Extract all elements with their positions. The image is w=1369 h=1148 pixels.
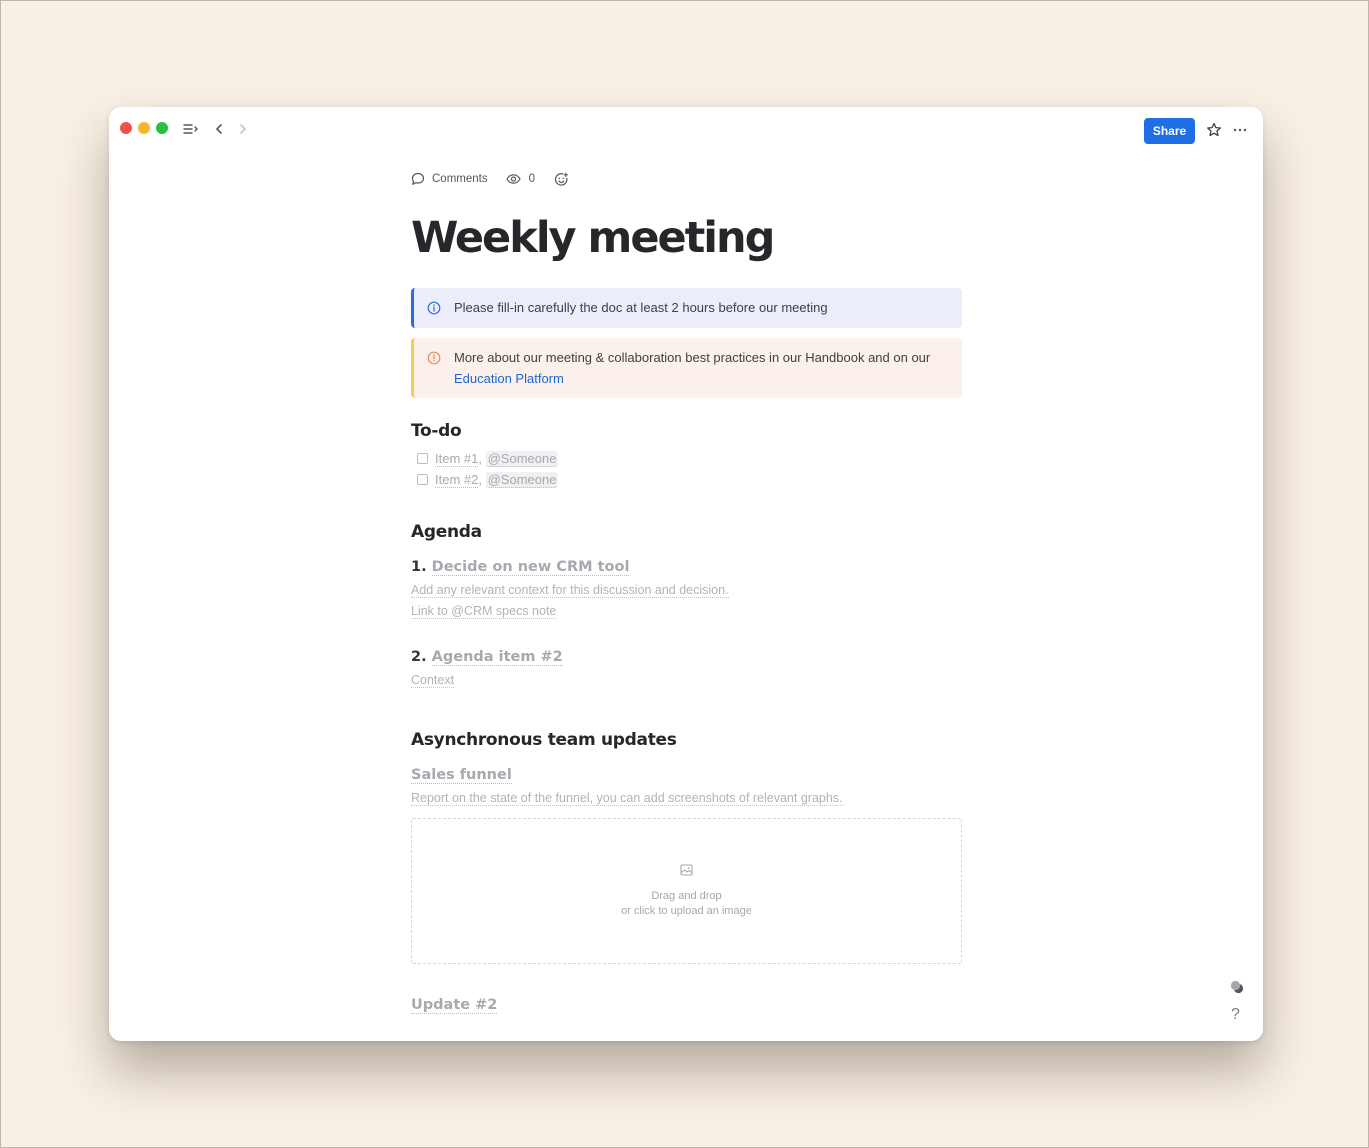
todo-item-label[interactable]: Item #1: [435, 451, 479, 467]
todo-item: Item #1, @Someone: [411, 448, 962, 469]
todo-list: Item #1, @Someone Item #2, @Someone: [411, 448, 962, 490]
help-button[interactable]: ?: [1231, 1006, 1240, 1024]
todo-heading[interactable]: To-do: [411, 420, 962, 442]
maximize-window-button[interactable]: [156, 122, 168, 134]
update-title[interactable]: Update #2: [411, 997, 498, 1014]
more-options-icon[interactable]: [1231, 121, 1249, 139]
agenda-item-title[interactable]: Decide on new CRM tool: [431, 559, 630, 576]
share-button[interactable]: Share: [1144, 118, 1195, 144]
close-window-button[interactable]: [120, 122, 132, 134]
update-description[interactable]: Report on the state of the funnel, you c…: [411, 791, 843, 806]
agenda-item: 2. Agenda item #2 Context: [411, 644, 962, 691]
info-callout[interactable]: Please fill-in carefully the doc at leas…: [411, 288, 962, 328]
presence-avatars-icon[interactable]: [1229, 979, 1245, 1000]
document-meta-bar: Comments 0: [411, 169, 962, 189]
star-icon[interactable]: [1205, 121, 1223, 139]
mention-chip[interactable]: @Someone: [485, 471, 559, 488]
agenda-heading[interactable]: Agenda: [411, 520, 962, 544]
comment-icon: [411, 172, 425, 186]
update-title[interactable]: Sales funnel: [411, 767, 512, 784]
app-window: Share Comments 0 Weekly meeting Please f…: [109, 107, 1263, 1041]
views-count: 0: [528, 173, 536, 185]
updates-heading[interactable]: Asynchronous team updates: [411, 727, 962, 753]
image-icon: [680, 863, 693, 881]
agenda-item-context[interactable]: Add any relevant context for this discus…: [411, 583, 729, 598]
update-item: Sales funnel Report on the state of the …: [411, 762, 962, 964]
document-body: Comments 0 Weekly meeting Please fill-in…: [411, 169, 962, 1018]
page-title[interactable]: Weekly meeting: [411, 213, 962, 263]
upload-hint-line2: or click to upload an image: [621, 904, 752, 917]
eye-icon: [505, 172, 521, 186]
todo-checkbox[interactable]: [417, 474, 428, 485]
update-item: Update #2: [411, 992, 962, 1018]
warning-callout[interactable]: More about our meeting & collaboration b…: [411, 338, 962, 398]
todo-item-label[interactable]: Item #2: [435, 472, 479, 488]
minimize-window-button[interactable]: [138, 122, 150, 134]
sidebar-toggle-icon[interactable]: [182, 120, 200, 138]
comments-button[interactable]: Comments: [411, 172, 488, 186]
agenda-item-title[interactable]: Agenda item #2: [431, 649, 563, 666]
upload-hint-line1: Drag and drop: [651, 889, 722, 902]
agenda-item: 1. Decide on new CRM tool Add any releva…: [411, 554, 962, 622]
image-upload-dropzone[interactable]: Drag and drop or click to upload an imag…: [411, 818, 962, 964]
warning-callout-text: More about our meeting & collaboration b…: [454, 350, 931, 365]
agenda-item-number: 1.: [411, 559, 427, 575]
education-platform-link[interactable]: Education Platform: [454, 371, 564, 386]
views-counter[interactable]: 0: [505, 172, 536, 186]
info-callout-text: Please fill-in carefully the doc at leas…: [454, 300, 828, 315]
agenda-item-link[interactable]: Link to @CRM specs note: [411, 604, 557, 619]
add-emoji-icon: [554, 171, 569, 187]
agenda-item-context[interactable]: Context: [411, 673, 455, 688]
info-icon: [427, 300, 441, 321]
back-arrow-icon[interactable]: [210, 120, 228, 138]
agenda-item-number: 2.: [411, 649, 427, 665]
mention-chip[interactable]: @Someone: [485, 450, 559, 467]
add-reaction-button[interactable]: [554, 171, 569, 187]
comments-label: Comments: [432, 173, 488, 185]
warning-icon: [427, 350, 441, 371]
forward-arrow-icon[interactable]: [234, 120, 252, 138]
todo-item: Item #2, @Someone: [411, 469, 962, 490]
todo-checkbox[interactable]: [417, 453, 428, 464]
title-bar: Share: [109, 107, 1263, 153]
